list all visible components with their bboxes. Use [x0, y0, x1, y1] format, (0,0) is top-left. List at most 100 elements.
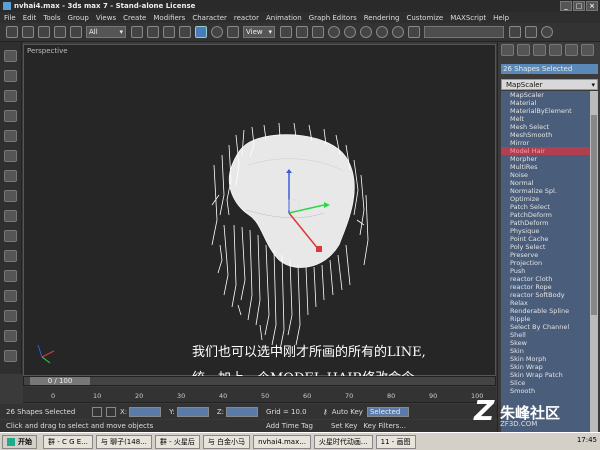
menu-tools[interactable]: Tools: [43, 14, 60, 22]
cameras-icon[interactable]: [4, 110, 17, 122]
select-object-icon[interactable]: [131, 26, 143, 38]
menu-modifiers[interactable]: Modifiers: [153, 14, 185, 22]
menu-views[interactable]: Views: [96, 14, 116, 22]
menu-help[interactable]: Help: [493, 14, 509, 22]
time-slider[interactable]: 0 / 100: [23, 376, 496, 386]
modifier-list-item[interactable]: Physique: [501, 227, 590, 235]
particles-icon[interactable]: [4, 210, 17, 222]
modifier-list-item[interactable]: MeshSmooth: [501, 131, 590, 139]
menu-file[interactable]: File: [4, 14, 16, 22]
align-icon[interactable]: [312, 26, 324, 38]
auto-key-button[interactable]: Auto Key: [332, 408, 363, 416]
lock-selection-icon[interactable]: [92, 406, 102, 417]
menu-reactor[interactable]: reactor: [234, 14, 259, 22]
modifier-list-item[interactable]: Mirror: [501, 139, 590, 147]
modifier-list-item[interactable]: Smooth: [501, 387, 590, 395]
link-icon[interactable]: [38, 26, 50, 38]
taskbar-item[interactable]: 与 白金小马: [202, 434, 251, 449]
modifier-list-scrollbar[interactable]: [590, 91, 598, 432]
modifier-list-item[interactable]: Push: [501, 267, 590, 275]
rectangular-selection-icon[interactable]: [163, 26, 175, 38]
time-slider-knob[interactable]: 0 / 100: [30, 377, 90, 385]
modifier-list-item[interactable]: Renderable Spline: [501, 307, 590, 315]
modifier-list-item[interactable]: Projection: [501, 259, 590, 267]
modifier-list-item[interactable]: Skin Morph: [501, 355, 590, 363]
reference-coord-dropdown[interactable]: View ▾: [243, 26, 275, 38]
percent-snap-icon[interactable]: [360, 26, 372, 38]
modifier-list-item[interactable]: Preserve: [501, 251, 590, 259]
modifier-list-item[interactable]: Point Cache: [501, 235, 590, 243]
modifier-list-item[interactable]: Normal: [501, 179, 590, 187]
menu-group[interactable]: Group: [68, 14, 89, 22]
taskbar-item[interactable]: 群 - C G E...: [43, 434, 93, 449]
key-mode-dropdown[interactable]: Selected: [366, 406, 409, 417]
head-mesh[interactable]: [228, 134, 355, 268]
scrollbar-thumb[interactable]: [591, 115, 597, 315]
stairs-icon[interactable]: [4, 330, 17, 342]
quick-render-icon[interactable]: [541, 26, 553, 38]
taskbar-item[interactable]: nvhai4.max...: [253, 434, 311, 449]
modifier-list-item[interactable]: PathDeform: [501, 219, 590, 227]
modifier-list-item[interactable]: Optimize: [501, 195, 590, 203]
set-key-button[interactable]: Set Key: [331, 422, 357, 430]
modifier-list-item[interactable]: Ripple: [501, 315, 590, 323]
motion-tab-icon[interactable]: [549, 44, 562, 56]
menu-character[interactable]: Character: [192, 14, 227, 22]
menu-edit[interactable]: Edit: [23, 14, 37, 22]
windows-icon[interactable]: [4, 310, 17, 322]
aec-icon[interactable]: [4, 350, 17, 362]
select-by-name-icon[interactable]: [147, 26, 159, 38]
menu-rendering[interactable]: Rendering: [364, 14, 400, 22]
menu-graph-editors[interactable]: Graph Editors: [309, 14, 357, 22]
modifier-list-item[interactable]: Select By Channel: [501, 323, 590, 331]
pivot-center-icon[interactable]: [280, 26, 292, 38]
modifier-list-item[interactable]: MapScaler: [501, 91, 590, 99]
objects-icon[interactable]: [4, 50, 17, 62]
modifier-list-item[interactable]: reactor SoftBody: [501, 291, 590, 299]
modifier-list-dropdown[interactable]: MapScaler ▾: [501, 79, 598, 90]
redo-icon[interactable]: [22, 26, 34, 38]
modify-tab-icon[interactable]: [517, 44, 530, 56]
snap-toggle-icon[interactable]: [328, 26, 340, 38]
modifier-list-item[interactable]: Material: [501, 99, 590, 107]
create-tab-icon[interactable]: [501, 44, 514, 56]
modifier-list-item[interactable]: MaterialByElement: [501, 107, 590, 115]
modifier-list-item[interactable]: Model Hair: [501, 147, 590, 155]
render-scene-icon[interactable]: [525, 26, 537, 38]
minimize-button[interactable]: _: [560, 1, 572, 11]
modifier-list-item[interactable]: MultiRes: [501, 163, 590, 171]
systems-icon[interactable]: [4, 170, 17, 182]
key-filters-button[interactable]: Key Filters...: [363, 422, 406, 430]
bind-spacewarp-icon[interactable]: [70, 26, 82, 38]
taskbar-item[interactable]: 火星时代动画...: [313, 434, 373, 449]
compound-icon[interactable]: [4, 190, 17, 202]
z-coordinate-field[interactable]: [226, 406, 259, 417]
absolute-mode-icon[interactable]: [106, 406, 116, 417]
menu-customize[interactable]: Customize: [406, 14, 443, 22]
menu-animation[interactable]: Animation: [266, 14, 302, 22]
select-and-rotate-icon[interactable]: [211, 26, 223, 38]
modifier-list-item[interactable]: Slice: [501, 379, 590, 387]
named-selection-sets-dropdown[interactable]: [424, 26, 504, 38]
modifier-list-item[interactable]: Skin Wrap: [501, 363, 590, 371]
material-editor-icon[interactable]: [509, 26, 521, 38]
select-and-move-icon[interactable]: [195, 26, 207, 38]
utilities-tab-icon[interactable]: [581, 44, 594, 56]
hierarchy-tab-icon[interactable]: [533, 44, 546, 56]
selection-name-field[interactable]: 26 Shapes Selected: [501, 64, 598, 74]
modifier-list-item[interactable]: Skin Wrap Patch: [501, 371, 590, 379]
patch-grids-icon[interactable]: [4, 230, 17, 242]
named-selection-icon[interactable]: [392, 26, 404, 38]
shapes-icon[interactable]: [4, 70, 17, 82]
taskbar-item[interactable]: 群 - 火星后: [154, 434, 200, 449]
menu-maxscript[interactable]: MAXScript: [450, 14, 486, 22]
start-button[interactable]: 开始: [2, 434, 37, 449]
modifier-list-item[interactable]: Morpher: [501, 155, 590, 163]
taskbar-item[interactable]: 与 聊子(148...: [95, 434, 152, 449]
select-and-scale-icon[interactable]: [227, 26, 239, 38]
lights-icon[interactable]: [4, 90, 17, 102]
dynamics-icon[interactable]: [4, 270, 17, 282]
unlink-icon[interactable]: [54, 26, 66, 38]
modifier-list-item[interactable]: Shell: [501, 331, 590, 339]
modifier-list-item[interactable]: Patch Select: [501, 203, 590, 211]
